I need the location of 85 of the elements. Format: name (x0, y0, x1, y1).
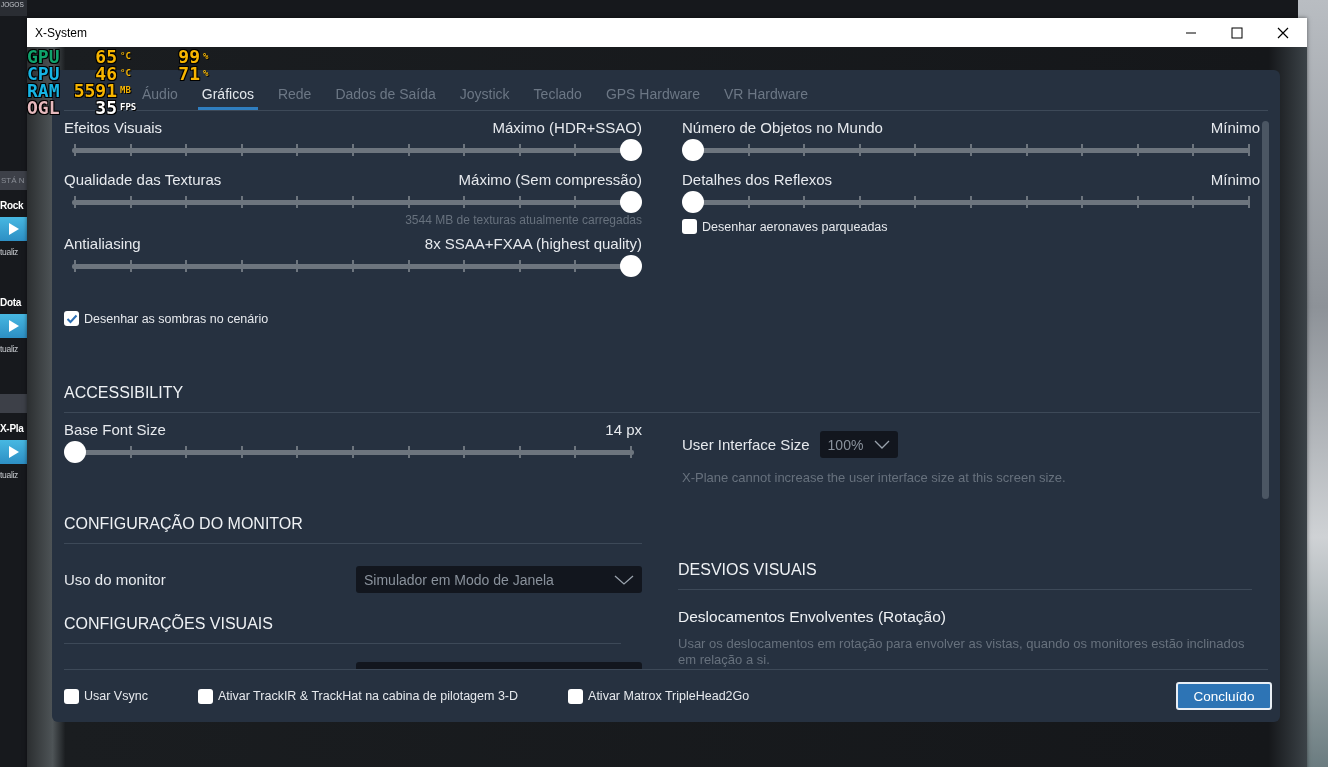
dropdown[interactable]: 100% (819, 431, 898, 458)
metric-unit: °C (120, 50, 132, 63)
checkbox[interactable] (197, 688, 213, 704)
chevron-down-icon (873, 440, 890, 449)
metric-unit: % (203, 50, 210, 63)
tab[interactable]: Dados de Saída (331, 86, 440, 110)
metric-value: 99 (177, 48, 200, 65)
setting-label: Uso do monitor (64, 571, 166, 588)
setting-label: Qualidade das Texturas (64, 171, 222, 189)
checkbox-label: Desenhar aeronaves parqueadas (702, 219, 888, 234)
tab[interactable]: GPS Hardware (601, 86, 705, 110)
metric-unit: °C (120, 67, 132, 80)
setting-label: Antialiasing (64, 235, 141, 253)
hint-text: 3544 MB de texturas atualmente carregadas (404, 213, 642, 227)
slider-thumb[interactable] (620, 255, 642, 277)
tab[interactable]: Teclado (529, 86, 586, 110)
tab[interactable]: Áudio (138, 86, 182, 110)
tab[interactable]: VR Hardware (720, 86, 813, 110)
checkbox-label: Ativar TrackIR & TrackHat na cabina de pilotagem 3-D (217, 689, 519, 703)
maximize-icon[interactable] (1231, 26, 1243, 39)
setting-label: Base Font Size (64, 421, 166, 439)
game-status: tualiz (0, 470, 20, 480)
setting-label: Número de Objetos no Mundo (682, 119, 883, 137)
checkbox[interactable] (682, 219, 697, 234)
metric-unit: MB (120, 84, 132, 97)
play-button[interactable] (0, 440, 27, 464)
play-icon (7, 222, 20, 236)
metric-label: GPU (27, 48, 61, 65)
section-header-bar (0, 394, 27, 413)
metric-value: 5591 (72, 82, 117, 99)
slider-thumb[interactable] (682, 139, 704, 161)
metric-unit: FPS (120, 101, 138, 114)
dropdown[interactable]: Simulador em Modo de Janela (356, 566, 642, 593)
done-button[interactable]: Concluído (1176, 682, 1272, 710)
tab[interactable]: Rede (273, 86, 316, 110)
game-title[interactable]: X-Pla (0, 423, 27, 434)
metric-unit: % (203, 67, 210, 80)
setting-label: User Interface Size (682, 436, 810, 453)
window-title: X-System (35, 25, 87, 40)
slider-thumb[interactable] (64, 441, 86, 463)
checkbox[interactable] (64, 688, 79, 704)
checkbox[interactable] (64, 311, 79, 326)
section-heading: ACCESSIBILITY (64, 384, 1260, 413)
play-icon (7, 319, 20, 333)
checkbox-label: Desenhar as sombras no cenário (84, 311, 269, 326)
metric-label: RAM (27, 82, 61, 99)
setting-value: Mínimo (1210, 119, 1260, 137)
metric-value: 46 (94, 65, 117, 82)
play-button[interactable] (0, 217, 27, 241)
tab[interactable]: Joystick (455, 86, 514, 110)
metric-label: OGL (27, 99, 61, 116)
tab[interactable]: Gráficos (197, 86, 258, 110)
close-icon[interactable] (1277, 26, 1289, 39)
setting-value: Máximo (HDR+SSAO) (492, 119, 642, 137)
section-heading: CONFIGURAÇÕES VISUAIS (64, 615, 621, 644)
play-icon (7, 445, 20, 459)
chevron-down-icon (614, 574, 634, 585)
slider-thumb[interactable] (620, 139, 642, 161)
setting-title: Deslocamentos Envolventes (Rotação) (678, 608, 947, 626)
play-button[interactable] (0, 314, 27, 338)
metric-label: CPU (27, 65, 61, 82)
setting-value: Máximo (Sem compressão) (458, 171, 642, 189)
setting-label: Detalhes dos Reflexos (682, 171, 833, 189)
metric-value: 65 (94, 48, 117, 65)
setting-value: 8x SSAA+FXAA (highest quality) (424, 235, 642, 253)
setting-value: 14 px (605, 421, 642, 439)
checkbox-label: Usar Vsync (84, 689, 148, 703)
section-label: STÁ N (0, 176, 25, 185)
game-title[interactable]: Rock (0, 200, 27, 211)
slider-thumb[interactable] (620, 191, 642, 213)
game-title[interactable]: Dota (0, 297, 27, 308)
hint-text: X-Plane cannot increase the user interface size at this screen size. (682, 470, 1067, 485)
metric-value: 35 (94, 99, 117, 116)
scrollbar[interactable] (1262, 121, 1269, 499)
section-heading: CONFIGURAÇÃO DO MONITOR (64, 515, 642, 544)
setting-label: Efeitos Visuais (64, 119, 163, 137)
checkbox-label: Ativar Matrox TripleHead2Go (588, 689, 750, 703)
slider-thumb[interactable] (682, 191, 704, 213)
checkbox[interactable] (568, 688, 584, 704)
section-heading: DESVIOS VISUAIS (678, 561, 1252, 590)
description-text: Usar os deslocamentos em rotação para envolver as vistas, quando os monitores estão inclinados em relação a si. (678, 636, 1246, 668)
game-status: tualiz (0, 247, 20, 257)
metric-value: 71 (177, 65, 200, 82)
setting-value: Mínimo (1210, 171, 1260, 189)
game-status: tualiz (0, 344, 20, 354)
